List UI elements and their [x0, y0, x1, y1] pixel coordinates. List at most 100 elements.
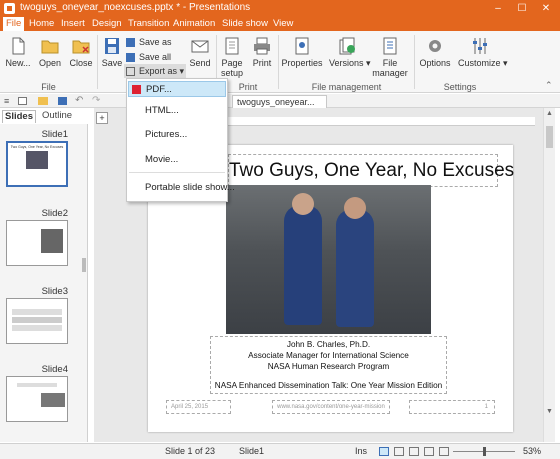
save-icon	[105, 38, 119, 54]
subtitle-placeholder[interactable]: John B. Charles, Ph.D. Associate Manager…	[210, 336, 447, 394]
redo-icon[interactable]: ↷	[92, 95, 100, 106]
group-label-file: File	[41, 82, 56, 92]
thumbnail-label: Slide1	[41, 129, 68, 140]
versions-button[interactable]: Versions ▾	[329, 37, 371, 69]
undo-icon[interactable]: ↶	[75, 95, 83, 106]
export-html-label: HTML...	[145, 105, 179, 116]
thumbnail-label: Slide4	[41, 364, 68, 375]
gear-icon	[429, 40, 441, 52]
author-text: John B. Charles, Ph.D.	[286, 340, 371, 349]
menu-transition[interactable]: Transition	[125, 17, 172, 31]
crosshair-icon[interactable]: +	[96, 112, 108, 124]
export-html-item[interactable]: HTML...	[128, 103, 226, 119]
save-as-button[interactable]: Save as	[126, 35, 172, 49]
export-portable-slide-show-item[interactable]: Portable slide show...	[128, 180, 235, 196]
chevron-down-icon: ▾	[503, 58, 508, 68]
export-dropdown-menu: PDF... HTML... Pictures... Movie... Port…	[126, 78, 235, 202]
thumbnail-row	[12, 317, 62, 323]
slideshow-view-icon[interactable]	[439, 447, 449, 456]
slide-title: Two Guys, One Year, No Excuses	[229, 160, 515, 181]
file-manager-label-2: manager	[372, 68, 408, 78]
outline-view-icon[interactable]	[394, 447, 404, 456]
thumbnail-label: Slide3	[41, 286, 68, 297]
menu-design[interactable]: Design	[89, 17, 125, 31]
save-all-label: Save all	[139, 52, 172, 62]
menu-insert[interactable]: Insert	[58, 17, 88, 31]
slide-thumbnail-1[interactable]: Two Guys, One Year, No Excuses	[6, 141, 68, 187]
options-label: Options	[419, 58, 451, 68]
close-file-button[interactable]: Close	[67, 37, 95, 68]
menu-animation[interactable]: Animation	[170, 17, 218, 31]
properties-label: Properties	[281, 58, 323, 68]
vertical-scrollbar[interactable]: ▲ ▼	[543, 108, 555, 442]
new-small-icon[interactable]	[18, 97, 27, 105]
mail-icon	[191, 40, 209, 53]
group-label-file-management: File management	[311, 82, 382, 92]
page-setup-button[interactable]: Page setup	[218, 37, 246, 78]
menu-lines-icon[interactable]: ≡	[4, 96, 9, 106]
save-all-button[interactable]: Save all	[126, 50, 171, 64]
close-window-button[interactable]: ✕	[534, 0, 558, 17]
notes-view-icon[interactable]	[424, 447, 434, 456]
scroll-thumb[interactable]	[546, 126, 553, 148]
export-pdf-label: PDF...	[146, 84, 172, 95]
versions-label: Versions	[329, 58, 364, 68]
export-pictures-item[interactable]: Pictures...	[128, 127, 226, 143]
open-label: Open	[38, 58, 62, 68]
folder-close-icon	[72, 40, 90, 54]
astronauts-photo[interactable]	[226, 185, 431, 334]
properties-button[interactable]: Properties	[281, 37, 323, 68]
ribbon: New... Open Close Save Save as Save all …	[0, 31, 560, 93]
page-setup-label-1: Page	[221, 58, 243, 68]
page-number-footer[interactable]: 1	[409, 400, 495, 414]
slide-thumbnail-3[interactable]	[6, 298, 68, 344]
options-button[interactable]: Options	[417, 37, 453, 68]
separator	[97, 35, 98, 89]
zoom-slider-handle[interactable]	[483, 447, 486, 456]
panel-splitter[interactable]	[82, 258, 86, 272]
menu-separator	[129, 172, 225, 173]
new-button[interactable]: New...	[4, 37, 32, 68]
print-button[interactable]: Print	[249, 37, 275, 68]
open-small-icon[interactable]	[38, 97, 48, 105]
open-button[interactable]: Open	[36, 37, 64, 68]
normal-view-icon[interactable]	[379, 447, 389, 456]
url-footer[interactable]: www.nasa.gov/content/one-year-mission	[272, 400, 390, 414]
minimize-button[interactable]: –	[486, 0, 510, 17]
thumbnail-row	[17, 383, 57, 387]
sorter-view-icon[interactable]	[409, 447, 419, 456]
tab-outline[interactable]: Outline	[38, 110, 76, 123]
menu-home[interactable]: Home	[26, 17, 57, 31]
export-movie-item[interactable]: Movie...	[128, 152, 226, 168]
export-pdf-item[interactable]: PDF...	[128, 81, 226, 97]
export-icon	[126, 67, 135, 77]
slide-thumbnail-4[interactable]	[6, 376, 68, 422]
slide-thumbnail-2[interactable]	[6, 220, 68, 266]
title-placeholder[interactable]: Two Guys, One Year, No Excuses	[228, 154, 515, 187]
send-button[interactable]: Send	[188, 37, 212, 68]
role-text: Associate Manager for International Scie…	[248, 351, 409, 360]
new-document-icon	[12, 37, 25, 55]
chevron-down-icon: ▾	[179, 66, 185, 76]
menu-view[interactable]: View	[270, 17, 296, 31]
save-button[interactable]: Save	[100, 37, 124, 68]
scroll-down-icon[interactable]: ▼	[546, 408, 553, 415]
save-small-icon[interactable]	[58, 97, 67, 105]
separator	[414, 35, 415, 89]
menu-slide-show[interactable]: Slide show	[219, 17, 271, 31]
versions-icon	[339, 37, 355, 55]
collapse-ribbon-icon[interactable]: ⌃	[545, 80, 553, 91]
export-as-button[interactable]: Export as ▾	[124, 64, 187, 78]
date-footer[interactable]: April 25, 2015	[166, 400, 231, 414]
document-tab[interactable]: twoguys_oneyear...	[232, 95, 327, 109]
scroll-up-icon[interactable]: ▲	[546, 110, 553, 117]
thumbnail-image	[26, 151, 48, 169]
thumbnail-label: Slide2	[41, 208, 68, 219]
maximize-button[interactable]: ☐	[510, 0, 534, 17]
export-pictures-label: Pictures...	[145, 129, 188, 140]
customize-button[interactable]: Customize ▾	[458, 37, 508, 69]
file-manager-button[interactable]: File manager	[369, 37, 411, 78]
status-bar: Slide 1 of 23 Slide1 Ins 53%	[0, 443, 560, 459]
tab-slides[interactable]: Slides	[2, 110, 36, 123]
menu-file[interactable]: File	[3, 17, 25, 31]
